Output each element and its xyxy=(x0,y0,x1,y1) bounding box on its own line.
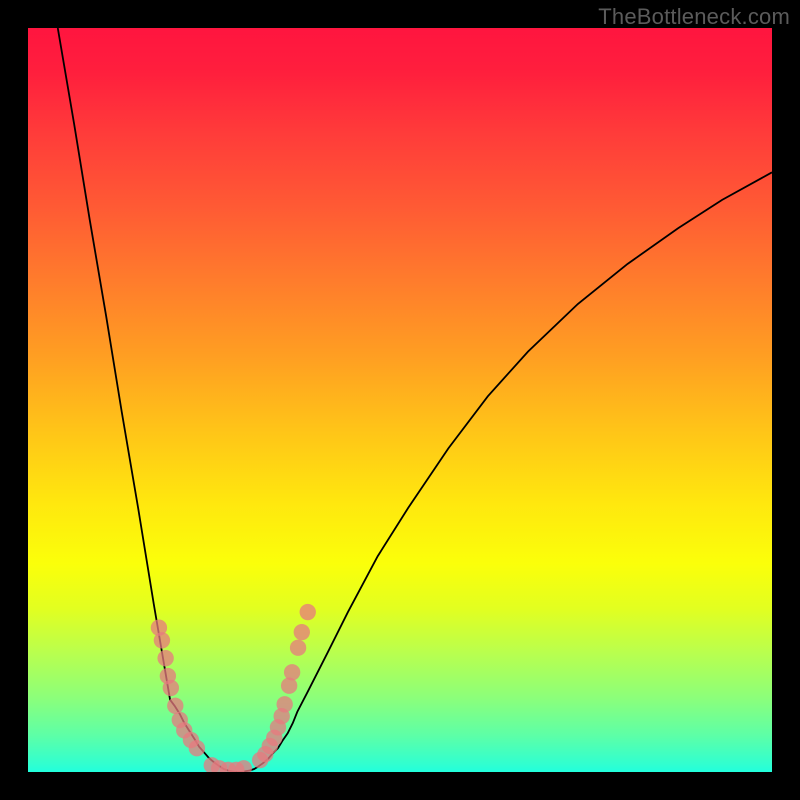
marker-left xyxy=(189,740,205,756)
marker-left xyxy=(163,680,179,696)
marker-right xyxy=(300,604,316,620)
plot-area xyxy=(28,28,772,772)
data-markers xyxy=(151,604,316,772)
marker-right xyxy=(284,664,300,680)
watermark-text: TheBottleneck.com xyxy=(598,4,790,30)
chart-frame: TheBottleneck.com xyxy=(0,0,800,800)
marker-left xyxy=(157,650,173,666)
marker-right xyxy=(290,640,306,656)
marker-left xyxy=(154,632,170,648)
marker-left xyxy=(167,698,183,714)
marker-right xyxy=(277,696,293,712)
marker-right xyxy=(294,624,310,640)
chart-svg xyxy=(28,28,772,772)
